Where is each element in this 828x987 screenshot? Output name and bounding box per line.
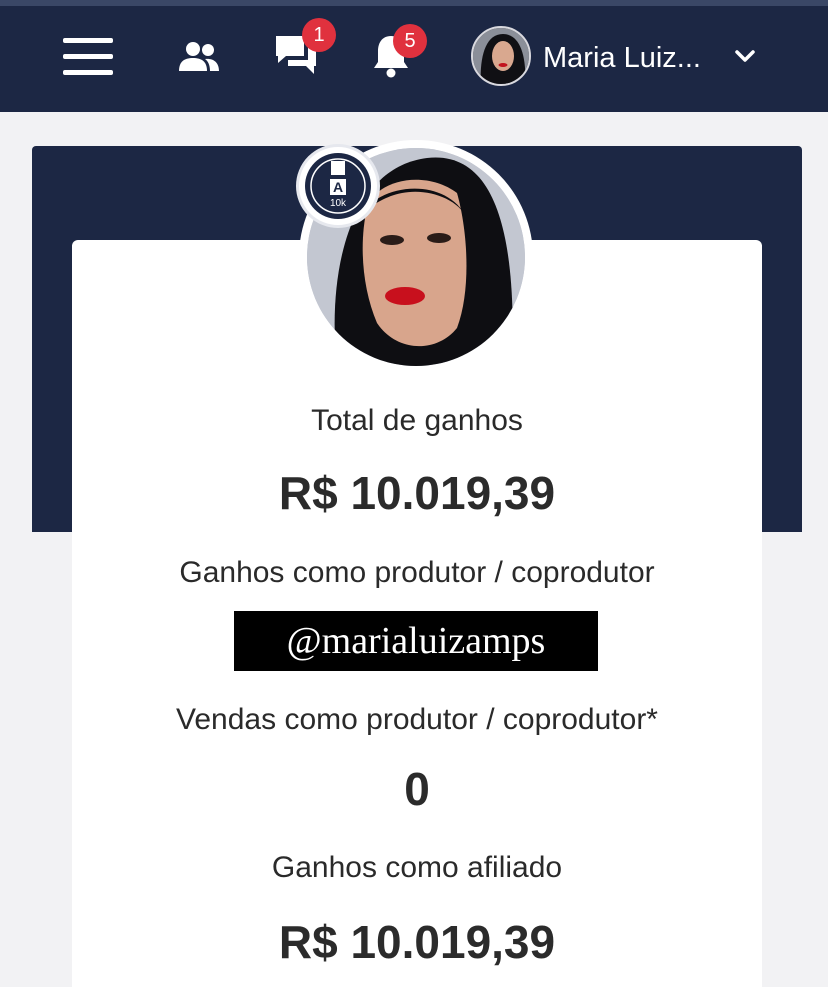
hamburger-menu-icon[interactable] — [63, 38, 113, 76]
chat-notification-badge: 1 — [302, 18, 336, 52]
producer-earnings-label: Ganhos como produtor / coprodutor — [179, 556, 655, 589]
total-earnings-label: Total de ganhos — [311, 404, 523, 437]
user-name[interactable]: Maria Luiz... — [543, 42, 701, 75]
affiliate-earnings-label: Ganhos como afiliado — [271, 851, 563, 884]
total-earnings-value: R$ 10.019,39 — [278, 467, 556, 519]
level-badge: A 10k — [296, 144, 380, 228]
level-badge-text: 10k — [330, 198, 347, 209]
producer-sales-label: Vendas como produtor / coprodutor* — [176, 703, 658, 736]
username-overlay: @marialuizamps — [234, 611, 598, 671]
notification-badge: 5 — [393, 24, 427, 58]
chevron-down-icon[interactable] — [734, 48, 756, 64]
producer-sales-value: 0 — [404, 763, 430, 815]
user-avatar[interactable] — [471, 26, 531, 86]
top-navbar — [0, 6, 828, 112]
users-icon[interactable] — [178, 40, 220, 72]
affiliate-earnings-value: R$ 10.019,39 — [278, 916, 556, 968]
level-badge-letter: A — [333, 179, 343, 195]
